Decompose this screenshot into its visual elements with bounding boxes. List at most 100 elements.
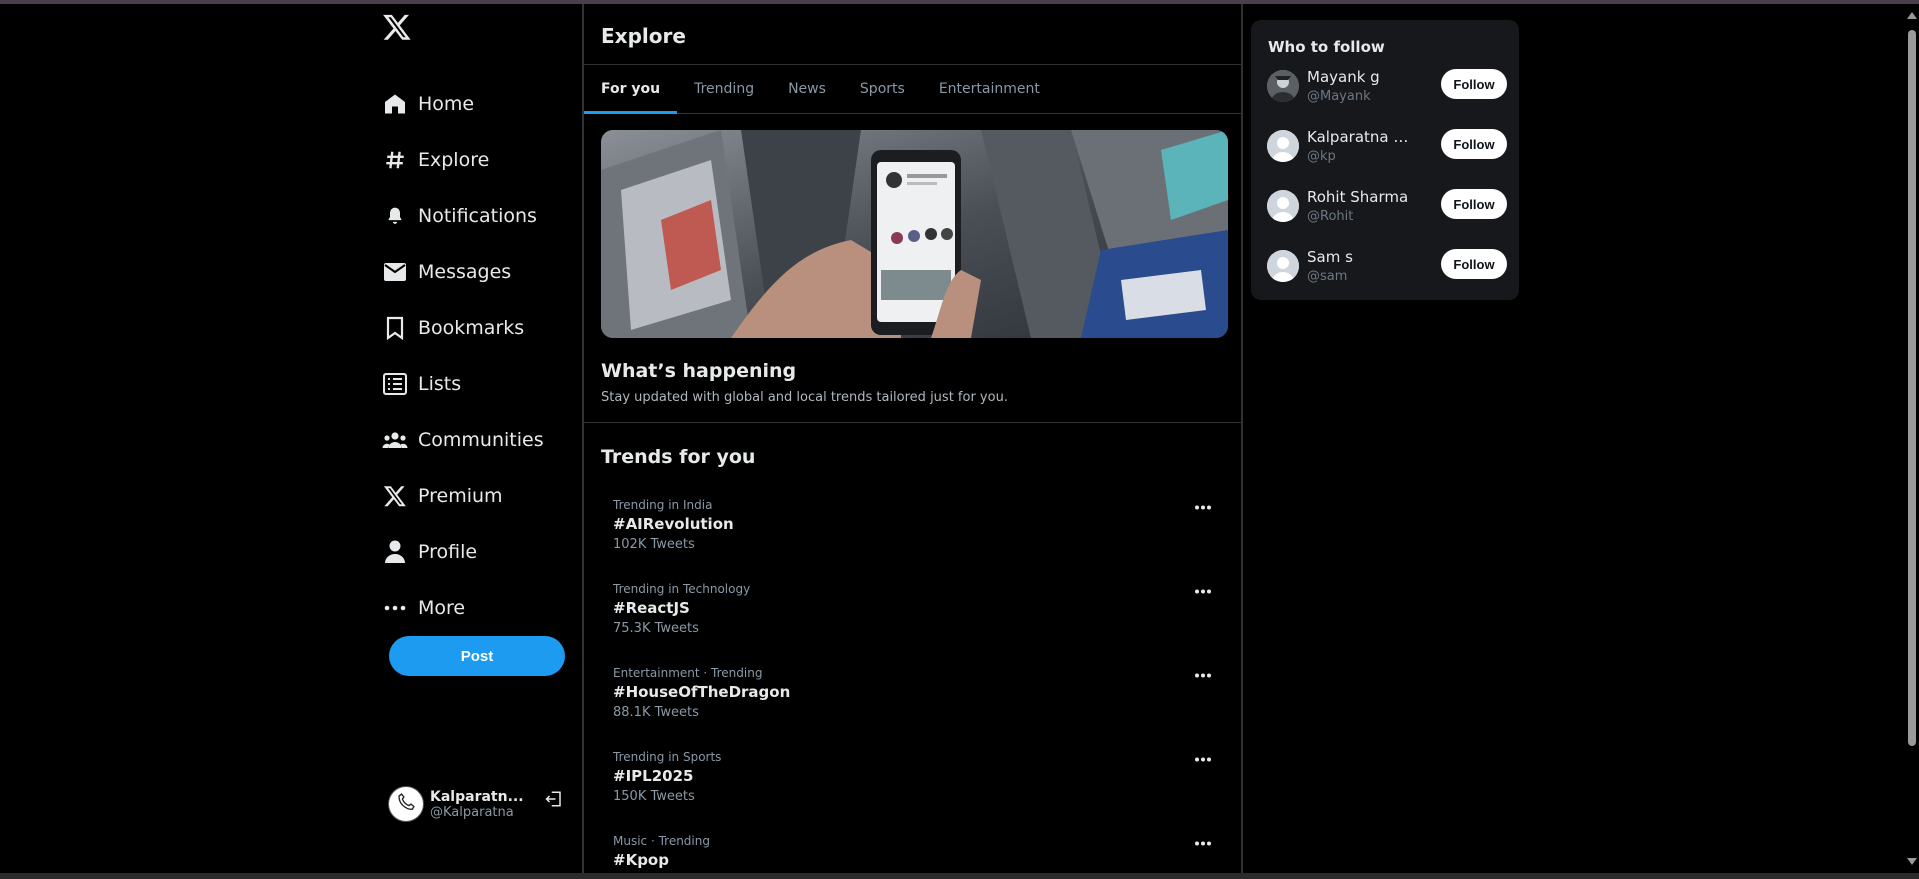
follow-button[interactable]: Follow [1441,189,1507,219]
trend-category: Trending in Sports [613,750,722,764]
trend-item[interactable]: Entertainment · Trending #HouseOfTheDrag… [613,666,1223,736]
explore-tabs: For you Trending News Sports Entertainme… [584,64,1241,114]
tab-for-you[interactable]: For you [584,65,678,114]
avatar [1267,250,1299,282]
user-handle: @kp [1307,149,1336,164]
trend-category: Trending in India [613,498,713,512]
trend-item[interactable]: Trending in Technology #ReactJS 75.3K Tw… [613,582,1223,652]
trend-category: Entertainment · Trending [613,666,763,680]
trend-item[interactable]: Music · Trending #Kpop [613,834,1223,873]
trend-count: 88.1K Tweets [613,705,699,720]
sidebar-item-label: Lists [418,373,462,395]
page-title: Explore [601,24,686,48]
follow-suggestion[interactable]: Kalparatna M... @kp Follow [1267,122,1507,170]
more-dots-icon[interactable] [1191,498,1215,516]
tab-entertainment[interactable]: Entertainment [922,65,1057,113]
tab-news[interactable]: News [771,65,843,113]
more-dots-icon [382,595,408,621]
trend-hashtag: #ReactJS [613,599,690,617]
post-button[interactable]: Post [389,636,565,676]
sidebar-item-more[interactable]: More [382,580,544,636]
sidebar-item-home[interactable]: Home [382,76,544,132]
page-scrollbar[interactable] [1905,4,1919,873]
trend-category: Music · Trending [613,834,710,848]
trend-count: 102K Tweets [613,537,695,552]
person-icon [382,539,408,565]
user-name: Mayank g [1307,68,1380,86]
sidebar-item-bookmarks[interactable]: Bookmarks [382,300,544,356]
hero-image [601,130,1228,338]
sidebar-item-label: More [418,597,466,619]
sidebar-nav: Home Explore Notifications Messages Book… [382,76,544,636]
follow-suggestion[interactable]: Sam s @sam Follow [1267,242,1507,290]
user-name: Rohit Sharma [1307,188,1409,206]
sidebar-item-explore[interactable]: Explore [382,132,544,188]
section-divider [584,422,1241,423]
sidebar-item-messages[interactable]: Messages [382,244,544,300]
sidebar-item-label: Home [418,93,475,115]
user-handle: @Mayank [1307,89,1371,104]
who-to-follow-title: Who to follow [1268,38,1385,56]
whats-happening-subtitle: Stay updated with global and local trend… [601,390,1008,405]
follow-suggestion[interactable]: Mayank g @Mayank Follow [1267,62,1507,110]
tab-sports[interactable]: Sports [843,65,922,113]
sidebar-item-profile[interactable]: Profile [382,524,544,580]
follow-button[interactable]: Follow [1441,69,1507,99]
x-logo-icon[interactable] [382,12,418,48]
scrollbar-thumb[interactable] [1908,30,1916,746]
trend-hashtag: #AIRevolution [613,515,734,533]
logout-icon[interactable] [545,790,565,810]
tab-trending[interactable]: Trending [677,65,771,113]
window-bottom-border [0,873,1919,879]
more-dots-icon[interactable] [1191,582,1215,600]
sidebar-item-label: Premium [418,485,503,507]
follow-button[interactable]: Follow [1441,249,1507,279]
phone-icon [396,792,416,816]
sidebar: Home Explore Notifications Messages Book… [370,4,580,873]
bookmark-icon [382,315,408,341]
trend-hashtag: #HouseOfTheDragon [613,683,791,701]
sidebar-item-label: Notifications [418,205,537,227]
whats-happening-title: What’s happening [601,360,797,382]
scroll-down-arrow-icon[interactable] [1907,858,1917,865]
sidebar-item-communities[interactable]: Communities [382,412,544,468]
user-handle: @sam [1307,269,1348,284]
bell-icon [382,203,408,229]
account-name: Kalparatn... [430,788,524,805]
follow-suggestion[interactable]: Rohit Sharma @Rohit Follow [1267,182,1507,230]
main-column: Explore For you Trending News Sports Ent… [582,4,1243,873]
user-handle: @Rohit [1307,209,1354,224]
sidebar-item-label: Explore [418,149,490,171]
home-icon [382,91,408,117]
sidebar-item-label: Messages [418,261,512,283]
communities-icon [382,427,408,453]
trend-item[interactable]: Trending in India #AIRevolution 102K Twe… [613,498,1223,568]
trend-count: 150K Tweets [613,789,695,804]
trend-item[interactable]: Trending in Sports #IPL2025 150K Tweets [613,750,1223,820]
sidebar-item-premium[interactable]: Premium [382,468,544,524]
avatar [1267,130,1299,162]
who-to-follow-panel: Who to follow Mayank g @Mayank Follow Ka… [1251,20,1519,300]
trend-count: 75.3K Tweets [613,621,699,636]
mail-icon [382,259,408,285]
more-dots-icon[interactable] [1191,666,1215,684]
sidebar-item-notifications[interactable]: Notifications [382,188,544,244]
user-name: Sam s [1307,248,1353,266]
trend-hashtag: #IPL2025 [613,767,694,785]
more-dots-icon[interactable] [1191,834,1215,852]
sidebar-item-label: Bookmarks [418,317,525,339]
avatar [1267,190,1299,222]
account-switcher[interactable]: Kalparatn... @Kalparatna [388,779,568,829]
avatar [388,786,424,822]
list-icon [382,371,408,397]
account-handle: @Kalparatna [430,804,514,820]
avatar [1267,70,1299,102]
sidebar-item-lists[interactable]: Lists [382,356,544,412]
more-dots-icon[interactable] [1191,750,1215,768]
scroll-up-arrow-icon[interactable] [1907,12,1917,19]
sidebar-item-label: Profile [418,541,478,563]
hashtag-icon [382,147,408,173]
follow-button[interactable]: Follow [1441,129,1507,159]
trend-hashtag: #Kpop [613,851,669,869]
trends-title: Trends for you [601,446,756,468]
